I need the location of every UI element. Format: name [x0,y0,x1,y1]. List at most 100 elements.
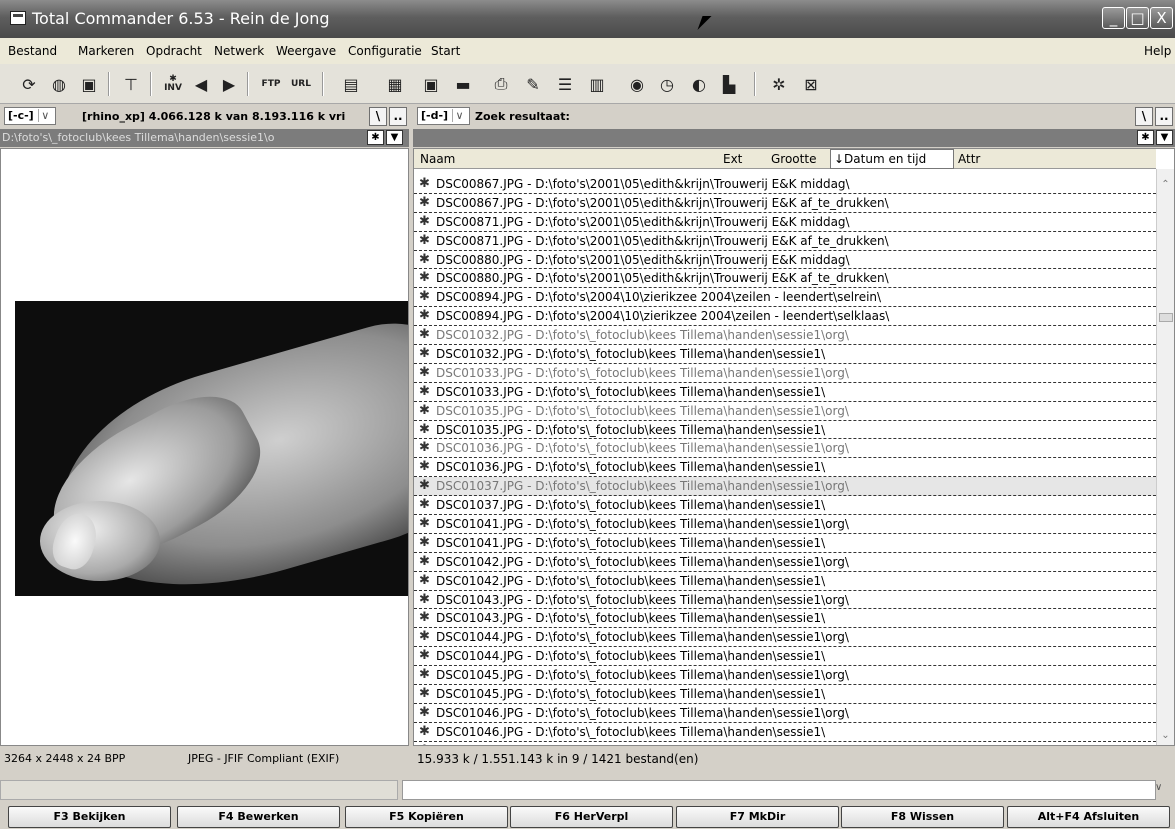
table-row[interactable]: ✱ DSC01044.JPG - D:\foto's\_fotoclub\kees… [414,647,1156,667]
viewer-icon[interactable]: ▦ [384,73,406,95]
network-icon[interactable]: ◍ [48,73,70,95]
minimize-button[interactable]: _ [1102,7,1125,29]
url-icon[interactable]: URL [290,73,312,95]
column-grootte[interactable]: Grootte [771,152,816,166]
table-row[interactable]: ✱ DSC01036.JPG - D:\foto's\_fotoclub\kees… [414,439,1156,459]
table-row[interactable]: ✱ DSC00894.JPG - D:\foto's\2004\10\zierik… [414,307,1156,327]
column-ext[interactable]: Ext [723,152,742,166]
scroll-down-icon[interactable]: ⌄ [1158,728,1173,743]
right-drive-select[interactable]: [-d-] ∨ [417,107,471,125]
close-icon[interactable]: ⊠ [800,73,822,95]
scroll-thumb[interactable] [1159,313,1173,322]
filter-icon[interactable]: ⊤ [120,73,142,95]
right-panel-file-list[interactable]: Naam Ext Grootte ↓Datum en tijd Attr ✱ DS… [413,148,1175,746]
table-row[interactable]: ✱ DSC01037.JPG - D:\foto's\_fotoclub\kees… [414,496,1156,516]
table-row[interactable]: ✱ DSC00867.JPG - D:\foto's\2001\05\edith&… [414,175,1156,194]
table-row[interactable]: ✱ DSC01043.JPG - D:\foto's\_fotoclub\kees… [414,609,1156,629]
table-row[interactable]: ✱ DSC01037.JPG - D:\foto's\_fotoclub\kees… [414,477,1156,497]
table-row[interactable]: ✱ DSC01032.JPG - D:\foto's\_fotoclub\kees… [414,345,1156,364]
table-row[interactable]: ✱ DSC01046.JPG - D:\foto's\_fotoclub\kees… [414,704,1156,723]
menu-netwerk[interactable]: Netwerk [214,44,264,58]
table-row[interactable]: ✱ DSC01032.JPG - D:\foto's\_fotoclub\kees… [414,326,1156,346]
table-row[interactable]: ✱ DSC01036.JPG - D:\foto's\_fotoclub\kees… [414,458,1156,478]
table-row[interactable]: ✱ DSC00871.JPG - D:\foto's\2001\05\edith&… [414,213,1156,232]
table-row[interactable]: ✱ DSC00880.JPG - D:\foto's\2001\05\edith&… [414,251,1156,270]
f6-move-button[interactable]: F6 HerVerpl [510,806,673,828]
table-row[interactable]: ✱ DSC00867.JPG - D:\foto's\2001\05\edith&… [414,194,1156,213]
cmd-icon[interactable]: ▬ [452,73,474,95]
command-input[interactable] [402,780,1156,800]
table-row[interactable]: ✱ DSC01046.JPG - D:\foto's\_fotoclub\kees… [414,723,1156,742]
maximize-button[interactable]: □ [1126,7,1149,29]
menu-configuratie[interactable]: Configuratie [348,44,422,58]
menu-opdracht[interactable]: Opdracht [146,44,202,58]
mouse-cursor-icon [697,16,712,30]
pack-icon[interactable]: ✎ [522,73,544,95]
f3-view-button[interactable]: F3 Bekijken [8,806,171,828]
alt-f4-exit-button[interactable]: Alt+F4 Afsluiten [1007,806,1170,828]
table-row[interactable]: ✱ DSC00894.JPG - D:\foto's\2004\10\zierik… [414,288,1156,308]
right-path-bar[interactable]: ✱ ▼ [413,129,1175,147]
table-row[interactable]: ✱ DSC01041.JPG - D:\foto's\_fotoclub\kees… [414,534,1156,553]
table-row[interactable]: ✱ DSC01042.JPG - D:\foto's\_fotoclub\kees… [414,572,1156,591]
chevron-down-icon[interactable]: ▼ [386,130,403,145]
column-attr[interactable]: Attr [958,152,980,166]
history-icon[interactable]: ✱ [367,130,384,145]
f7-mkdir-button[interactable]: F7 MkDir [676,806,839,828]
ftp-icon[interactable]: FTP [260,73,282,95]
left-panel-viewer[interactable] [0,148,409,746]
compare-icon[interactable]: ☰ [554,73,576,95]
table-row[interactable]: ✱ DSC01033.JPG - D:\foto's\_fotoclub\kees… [414,383,1156,402]
f4-edit-button[interactable]: F4 Bewerken [177,806,340,828]
close-button[interactable]: X [1150,7,1173,29]
ftp-connect-icon[interactable]: ▙ [718,73,740,95]
menu-bestand[interactable]: Bestand [8,44,57,58]
right-up-button[interactable]: .. [1155,107,1173,126]
table-row[interactable]: ✱ DSC01043.JPG - D:\foto's\_fotoclub\kees… [414,591,1156,610]
save-icon[interactable]: ▣ [78,73,100,95]
menu-markeren[interactable]: Markeren [78,44,134,58]
refresh-icon[interactable]: ⟳ [18,73,40,95]
menu-start[interactable]: Start [431,44,460,58]
table-row[interactable]: ✱ DSC01035.JPG - D:\foto's\_fotoclub\kees… [414,421,1156,440]
multi-rename-icon[interactable]: ◉ [626,73,648,95]
table-row[interactable]: ✱ DSC01045.JPG - D:\foto's\_fotoclub\kees… [414,666,1156,686]
table-row[interactable]: ✱ DSC01041.JPG - D:\foto's\_fotoclub\kees… [414,515,1156,534]
left-up-button[interactable]: .. [389,107,407,126]
floppy-icon[interactable]: ▣ [420,73,442,95]
vertical-scrollbar[interactable]: ⌃ ⌄ [1156,169,1174,745]
run-icon[interactable]: ✲ [768,73,790,95]
table-row[interactable]: ✱ DSC00880.JPG - D:\foto's\2001\05\edith&… [414,269,1156,289]
chevron-down-icon[interactable]: ∨ [1155,782,1162,793]
menu-weergave[interactable]: Weergave [276,44,336,58]
date-icon[interactable]: ◷ [656,73,678,95]
print-icon[interactable]: ⎙ [490,73,512,95]
table-row[interactable]: ✱ DSC01044.JPG - D:\foto's\_fotoclub\kees… [414,628,1156,648]
file-icon: ✱ [419,497,430,513]
sync-icon[interactable]: ▥ [586,73,608,95]
table-row[interactable]: ✱ DSC00871.JPG - D:\foto's\2001\05\edith&… [414,232,1156,251]
forward-icon[interactable]: ▶ [218,73,240,95]
table-row[interactable]: ✱ DSC01033.JPG - D:\foto's\_fotoclub\kees… [414,364,1156,383]
table-row[interactable]: ✱DSC01047.JPG - D:\foto's\_fotoclub\kees… [414,742,1156,745]
table-row[interactable]: ✱ DSC01042.JPG - D:\foto's\_fotoclub\kees… [414,553,1156,572]
chevron-down-icon[interactable]: ▼ [1156,130,1173,145]
table-row[interactable]: ✱ DSC01035.JPG - D:\foto's\_fotoclub\kees… [414,402,1156,421]
right-root-button[interactable]: \ [1135,107,1153,126]
back-icon[interactable]: ◀ [190,73,212,95]
history-icon[interactable]: ✱ [1137,130,1154,145]
invert-selection-icon[interactable]: ✱ INV [162,73,184,95]
table-row[interactable]: ✱ DSC01045.JPG - D:\foto's\_fotoclub\kees… [414,685,1156,704]
f5-copy-button[interactable]: F5 Kopiëren [345,806,508,828]
left-root-button[interactable]: \ [369,107,387,126]
doc-icon[interactable]: ▤ [340,73,362,95]
globe-icon[interactable]: ◐ [688,73,710,95]
scroll-up-icon[interactable]: ⌃ [1158,177,1173,192]
f8-delete-button[interactable]: F8 Wissen [841,806,1004,828]
left-path-bar[interactable]: D:\foto's\_fotoclub\kees Tillema\handen\… [0,129,409,147]
menu-help[interactable]: Help [1144,44,1171,58]
column-naam[interactable]: Naam [420,152,455,166]
app-icon[interactable] [10,11,26,25]
left-drive-select[interactable]: [-c-] ∨ [4,107,56,125]
column-datum[interactable]: ↓Datum en tijd [830,149,954,169]
